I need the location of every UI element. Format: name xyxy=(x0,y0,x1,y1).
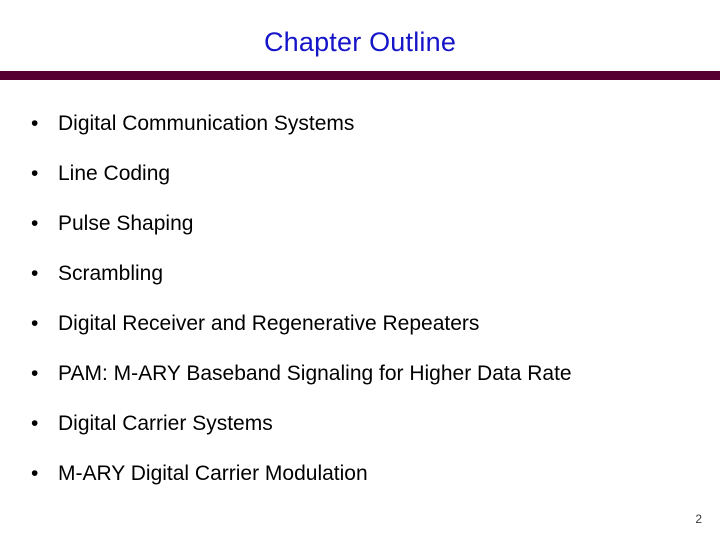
list-item: • Digital Carrier Systems xyxy=(24,399,700,449)
title-divider xyxy=(0,71,720,80)
list-item: • PAM: M-ARY Baseband Signaling for High… xyxy=(24,349,718,399)
list-item-label: M-ARY Digital Carrier Modulation xyxy=(58,462,368,485)
list-item: • Line Coding xyxy=(24,149,700,199)
list-item-label: Pulse Shaping xyxy=(58,212,194,235)
list-item-label: Scrambling xyxy=(58,262,164,285)
list-item-label: Digital Receiver and Regenerative Repeat… xyxy=(58,312,480,335)
bullet-icon: • xyxy=(31,312,39,335)
page-number: 2 xyxy=(695,512,702,526)
list-item-label: Digital Carrier Systems xyxy=(58,412,273,435)
bullet-icon: • xyxy=(31,212,39,235)
list-item-label: Digital Communication Systems xyxy=(58,112,355,135)
outline-list: • Digital Communication Systems • Line C… xyxy=(24,99,700,499)
list-item-label: PAM: M-ARY Baseband Signaling for Higher… xyxy=(58,362,572,385)
list-item-label: Line Coding xyxy=(58,162,171,185)
list-item: • M-ARY Digital Carrier Modulation xyxy=(24,449,700,499)
bullet-icon: • xyxy=(31,362,39,385)
list-item: • Pulse Shaping xyxy=(24,199,700,249)
bullet-icon: • xyxy=(31,462,39,485)
list-item: • Digital Receiver and Regenerative Repe… xyxy=(24,299,700,349)
page-title: Chapter Outline xyxy=(263,27,457,57)
bullet-icon: • xyxy=(31,262,39,285)
bullet-icon: • xyxy=(31,112,39,135)
bullet-icon: • xyxy=(31,162,39,185)
list-item: • Digital Communication Systems xyxy=(24,99,700,149)
bullet-icon: • xyxy=(31,412,39,435)
slide: Chapter Outline • Digital Communication … xyxy=(0,0,720,540)
list-item: • Scrambling xyxy=(24,249,700,299)
